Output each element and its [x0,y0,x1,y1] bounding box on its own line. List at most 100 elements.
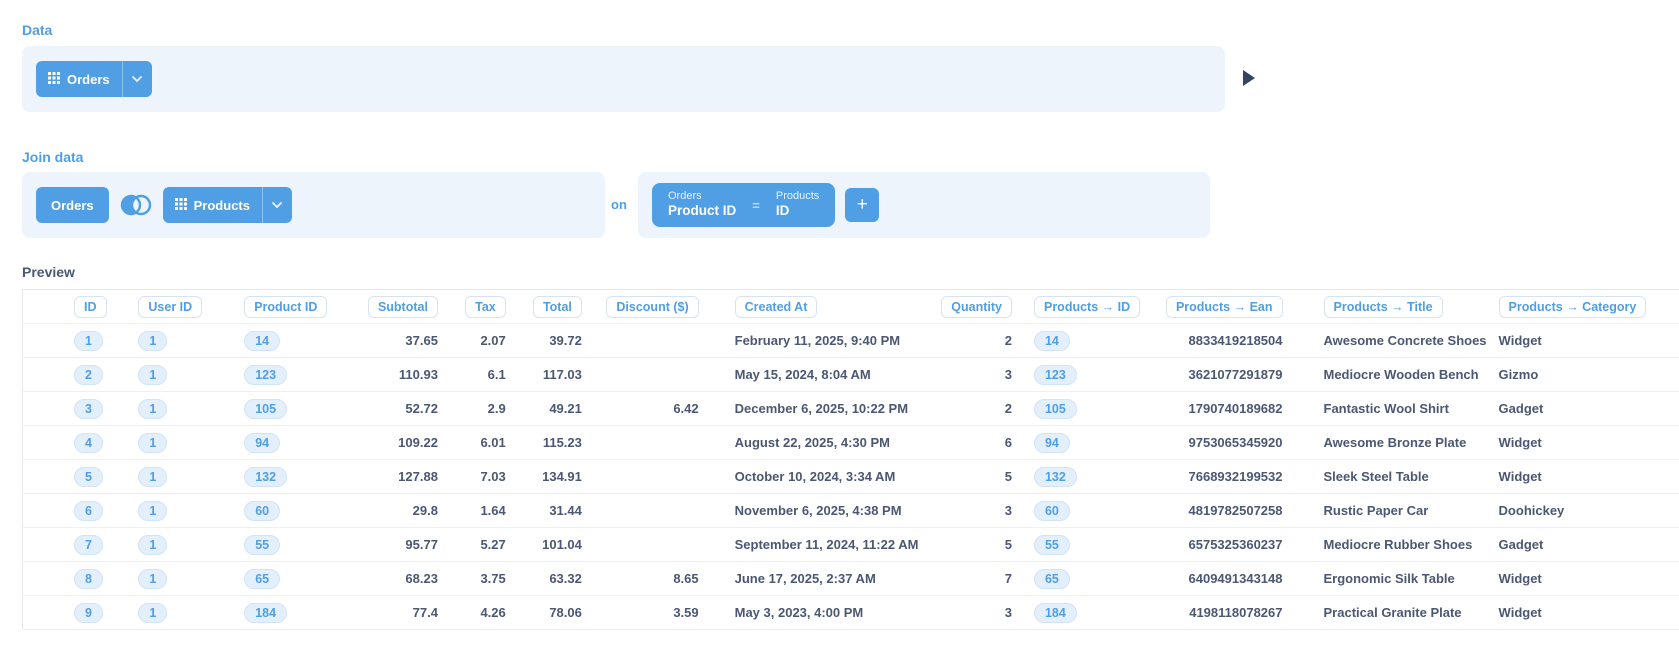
preview-table: ID User ID Product ID Subtotal Tax Total Disco… [22,289,1679,630]
table-row: 4194109.226.01115.23August 22, 2025, 4:3… [23,426,1679,460]
cell-products-category: Widget [1487,460,1679,494]
cell-user-id: 1 [115,392,202,426]
join-left-table-label: Orders [51,198,94,213]
cell-id: 2 [23,358,116,392]
join-right-table-button[interactable]: Products [163,187,292,223]
column-header-product-id[interactable]: Product ID [244,296,327,318]
cell-quantity: 5 [941,460,1027,494]
data-table-button[interactable]: Orders [36,61,152,97]
cell-product-id: 60 [202,494,327,528]
cell-products-category: Gizmo [1487,358,1679,392]
cell-total: 63.32 [508,562,584,596]
column-header-total[interactable]: Total [533,296,582,318]
column-header-products-title[interactable]: Products → Title [1324,296,1443,318]
join-left-table-button[interactable]: Orders [36,187,109,223]
cell-id: 9 [23,596,116,630]
join-condition-panel: Orders Product ID = Products ID + [638,172,1210,238]
cell-total: 78.06 [508,596,584,630]
cell-products-category: Widget [1487,562,1679,596]
cell-products-title: Sleek Steel Table [1291,460,1487,494]
column-header-products-id[interactable]: Products → ID [1034,296,1140,318]
cell-products-title: Mediocre Rubber Shoes [1291,528,1487,562]
column-header-user-id[interactable]: User ID [138,296,202,318]
cell-tax: 5.27 [443,528,508,562]
chevron-down-icon[interactable] [122,61,152,97]
id-pill: 8 [74,569,103,589]
id-pill: 60 [244,501,280,521]
column-header-discount-[interactable]: Discount ($) [606,296,698,318]
play-icon[interactable] [1243,70,1255,86]
column-header-tax[interactable]: Tax [465,296,506,318]
id-pill: 1 [138,399,167,419]
id-pill: 14 [244,331,280,351]
condition-right-field[interactable]: ID [776,203,819,220]
table-grid-icon [175,198,187,213]
column-header-subtotal[interactable]: Subtotal [368,296,438,318]
condition-left-field[interactable]: Product ID [668,203,736,220]
id-pill: 94 [1034,433,1070,453]
table-row: 715595.775.27101.04September 11, 2024, 1… [23,528,1679,562]
table-row: 111437.652.0739.72February 11, 2025, 9:4… [23,324,1679,358]
cell-products-title: Mediocre Wooden Bench [1291,358,1487,392]
cell-discount-: 3.59 [584,596,707,630]
id-pill: 132 [244,467,287,487]
cell-products-ean: 7668932199532 [1166,460,1291,494]
cell-tax: 2.9 [443,392,508,426]
column-header-products-category[interactable]: Products → Category [1499,296,1647,318]
cell-product-id: 94 [202,426,327,460]
join-right-table-label: Products [194,198,250,213]
left-join-venn-icon[interactable] [119,192,153,218]
cell-discount-: 6.42 [584,392,707,426]
cell-user-id: 1 [115,562,202,596]
add-join-condition-button[interactable]: + [845,188,879,222]
cell-discount-: 8.65 [584,562,707,596]
cell-id: 1 [23,324,116,358]
cell-tax: 6.01 [443,426,508,460]
cell-products-category: Widget [1487,324,1679,358]
cell-products-ean: 6575325360237 [1166,528,1291,562]
cell-products-title: Practical Granite Plate [1291,596,1487,630]
cell-product-id: 123 [202,358,327,392]
id-pill: 4 [74,433,103,453]
cell-subtotal: 29.8 [327,494,443,528]
cell-products-title: Awesome Bronze Plate [1291,426,1487,460]
cell-id: 4 [23,426,116,460]
data-section-label: Data [22,22,52,38]
id-pill: 132 [1034,467,1077,487]
condition-operator[interactable]: = [752,198,760,213]
data-panel: Orders [22,46,1225,112]
id-pill: 9 [74,603,103,623]
chevron-down-icon[interactable] [262,187,292,223]
cell-user-id: 1 [115,324,202,358]
cell-id: 3 [23,392,116,426]
column-header-created-at[interactable]: Created At [735,296,818,318]
id-pill: 123 [1034,365,1077,385]
cell-quantity: 2 [941,392,1027,426]
preview-table-wrap: ID User ID Product ID Subtotal Tax Total Disco… [22,289,1679,630]
cell-products-id: 123 [1027,358,1166,392]
id-pill: 60 [1034,501,1070,521]
join-left-panel: Orders Products [22,172,605,238]
id-pill: 1 [138,467,167,487]
column-header-id[interactable]: ID [74,296,107,318]
cell-products-ean: 8833419218504 [1166,324,1291,358]
cell-total: 49.21 [508,392,584,426]
column-header-products-ean[interactable]: Products → Ean [1166,296,1283,318]
cell-created-at: June 17, 2025, 2:37 AM [707,562,942,596]
table-row: 616029.81.6431.44November 6, 2025, 4:38 … [23,494,1679,528]
cell-products-id: 14 [1027,324,1166,358]
table-row: 816568.233.7563.328.65June 17, 2025, 2:3… [23,562,1679,596]
cell-products-title: Rustic Paper Car [1291,494,1487,528]
id-pill: 55 [1034,535,1070,555]
cell-products-id: 55 [1027,528,1166,562]
header-row: ID User ID Product ID Subtotal Tax Total Disco… [23,290,1679,324]
join-condition-pill[interactable]: Orders Product ID = Products ID [652,183,835,227]
column-header-quantity[interactable]: Quantity [941,296,1012,318]
cell-user-id: 1 [115,460,202,494]
id-pill: 65 [244,569,280,589]
cell-user-id: 1 [115,358,202,392]
id-pill: 1 [138,331,167,351]
cell-id: 7 [23,528,116,562]
query-builder-notebook: Data Orders Join data Orders [0,0,1679,649]
cell-discount- [584,460,707,494]
